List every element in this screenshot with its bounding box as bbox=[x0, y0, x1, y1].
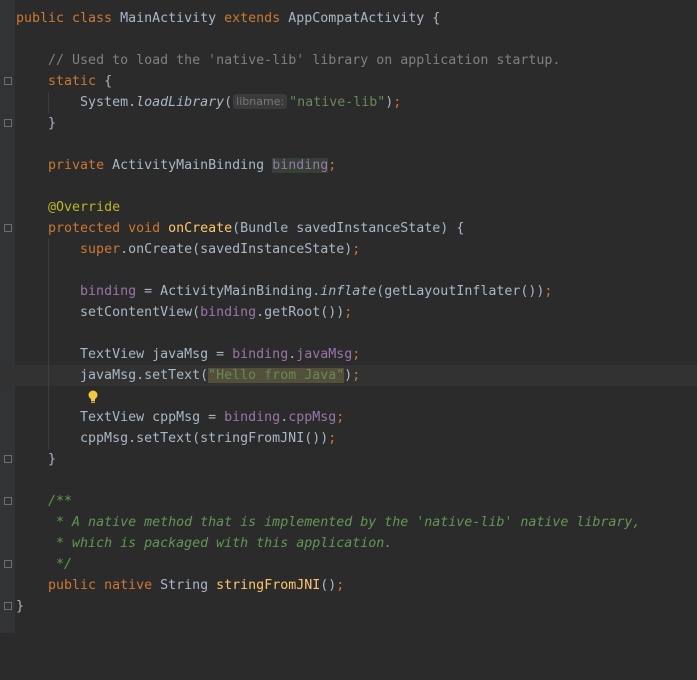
code-line[interactable] bbox=[0, 386, 697, 407]
line-text: /** bbox=[48, 494, 73, 509]
code-line[interactable]: setContentView(binding.getRoot()); bbox=[0, 302, 697, 323]
line-text: public class MainActivity extends AppCom… bbox=[16, 11, 441, 26]
line-text: public native String stringFromJNI(); bbox=[48, 578, 345, 593]
line-text: TextView cppMsg = binding.cppMsg; bbox=[16, 410, 345, 425]
code-line[interactable] bbox=[0, 29, 697, 50]
line-text: super.onCreate(savedInstanceState); bbox=[80, 242, 361, 257]
fold-marker-icon[interactable] bbox=[4, 497, 12, 505]
fold-marker-icon[interactable] bbox=[4, 455, 12, 463]
code-line[interactable]: System.loadLibrary(libname: "native-lib")… bbox=[0, 92, 697, 113]
line-text: } bbox=[16, 599, 25, 614]
code-line[interactable]: public class MainActivity extends AppCom… bbox=[0, 8, 697, 29]
line-text: cppMsg.setText(stringFromJNI()); bbox=[16, 431, 337, 446]
line-text: } bbox=[16, 116, 57, 131]
line-text: // Used to load the 'native-lib' library… bbox=[48, 53, 561, 68]
fold-marker-icon[interactable] bbox=[4, 602, 12, 610]
code-area[interactable]: public class MainActivity extends AppCom… bbox=[0, 8, 697, 617]
line-text: binding = ActivityMainBinding.inflate(ge… bbox=[80, 284, 553, 299]
code-line[interactable]: } bbox=[0, 113, 697, 134]
line-text: } bbox=[16, 452, 57, 467]
line-text: @Override bbox=[48, 200, 121, 215]
code-line[interactable]: TextView cppMsg = binding.cppMsg; bbox=[0, 407, 697, 428]
indent-guide bbox=[48, 260, 49, 281]
fold-marker-icon[interactable] bbox=[4, 224, 12, 232]
code-line[interactable]: TextView javaMsg = binding.javaMsg; bbox=[0, 344, 697, 365]
line-text: System.loadLibrary(libname: "native-lib")… bbox=[16, 94, 402, 110]
code-line-current[interactable]: javaMsg.setText("Hello from Java"); bbox=[0, 365, 697, 403]
code-editor[interactable]: public class MainActivity extends AppCom… bbox=[0, 0, 697, 633]
code-line[interactable]: */ bbox=[0, 554, 697, 575]
fold-marker-icon[interactable] bbox=[4, 77, 12, 85]
code-line[interactable] bbox=[0, 323, 697, 344]
line-text: protected void onCreate(Bundle savedInst… bbox=[48, 221, 465, 236]
line-text: javaMsg.setText("Hello from Java"); bbox=[16, 368, 361, 383]
parameter-hint: libname: bbox=[233, 94, 288, 109]
code-line[interactable]: super.onCreate(savedInstanceState); bbox=[0, 239, 697, 260]
code-line[interactable]: * which is packaged with this applicatio… bbox=[0, 533, 697, 554]
indent-guide bbox=[48, 323, 49, 344]
code-line[interactable]: static { bbox=[0, 71, 697, 92]
code-line[interactable]: * A native method that is implemented by… bbox=[0, 512, 697, 533]
code-line[interactable] bbox=[0, 176, 697, 197]
code-line[interactable]: private ActivityMainBinding binding; bbox=[0, 155, 697, 176]
line-text: TextView javaMsg = binding.javaMsg; bbox=[16, 347, 361, 362]
code-line[interactable]: binding = ActivityMainBinding.inflate(ge… bbox=[0, 281, 697, 302]
line-text: * A native method that is implemented by… bbox=[48, 515, 641, 530]
line-text: * which is packaged with this applicatio… bbox=[48, 536, 393, 551]
code-line[interactable]: } bbox=[0, 449, 697, 470]
indent-guide bbox=[48, 386, 49, 407]
code-line[interactable]: } bbox=[0, 596, 697, 617]
code-line[interactable]: /** bbox=[0, 491, 697, 512]
code-line[interactable]: public native String stringFromJNI(); bbox=[0, 575, 697, 596]
code-line[interactable]: protected void onCreate(Bundle savedInst… bbox=[0, 218, 697, 239]
line-text: private ActivityMainBinding binding; bbox=[48, 158, 337, 173]
fold-marker-icon[interactable] bbox=[4, 119, 12, 127]
code-line[interactable] bbox=[0, 260, 697, 281]
code-line[interactable]: @Override bbox=[0, 197, 697, 218]
code-line[interactable] bbox=[0, 134, 697, 155]
fold-marker-icon[interactable] bbox=[4, 560, 12, 568]
code-line[interactable] bbox=[0, 470, 697, 491]
line-text: setContentView(binding.getRoot()); bbox=[16, 305, 353, 320]
line-text: */ bbox=[48, 557, 73, 572]
code-line[interactable]: // Used to load the 'native-lib' library… bbox=[0, 50, 697, 71]
code-line[interactable]: cppMsg.setText(stringFromJNI()); bbox=[0, 428, 697, 449]
line-text: static { bbox=[48, 74, 113, 89]
